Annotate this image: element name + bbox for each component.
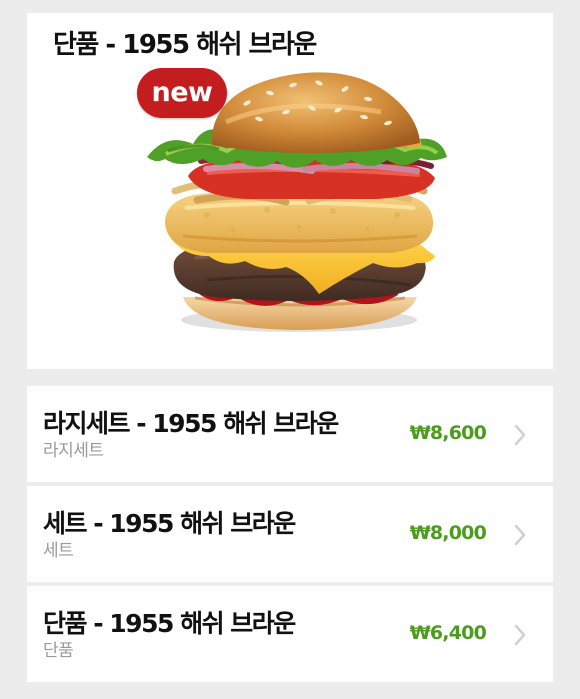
option-set[interactable]: 세트 - 1955 해쉬 브라운 세트 ₩8,000	[27, 486, 553, 582]
option-subtitle: 라지세트	[43, 441, 104, 461]
product-card: 단품 - 1955 해쉬 브라운 new	[27, 13, 553, 369]
option-subtitle: 단품	[43, 641, 74, 661]
chevron-right-icon	[514, 524, 526, 546]
new-badge: new	[137, 68, 227, 118]
option-price: ₩8,600	[409, 422, 487, 444]
chevron-right-icon	[514, 424, 526, 446]
option-single[interactable]: 단품 - 1955 해쉬 브라운 단품 ₩6,400	[27, 586, 553, 682]
option-price: ₩8,000	[409, 522, 487, 544]
option-title: 라지세트 - 1955 해쉬 브라운	[43, 409, 339, 438]
product-title: 단품 - 1955 해쉬 브라운	[53, 30, 317, 60]
chevron-right-icon	[514, 624, 526, 646]
option-price: ₩6,400	[409, 622, 487, 644]
option-large-set[interactable]: 라지세트 - 1955 해쉬 브라운 라지세트 ₩8,600	[27, 386, 553, 482]
option-title: 단품 - 1955 해쉬 브라운	[43, 609, 296, 638]
option-title: 세트 - 1955 해쉬 브라운	[43, 509, 296, 538]
option-subtitle: 세트	[43, 541, 74, 561]
